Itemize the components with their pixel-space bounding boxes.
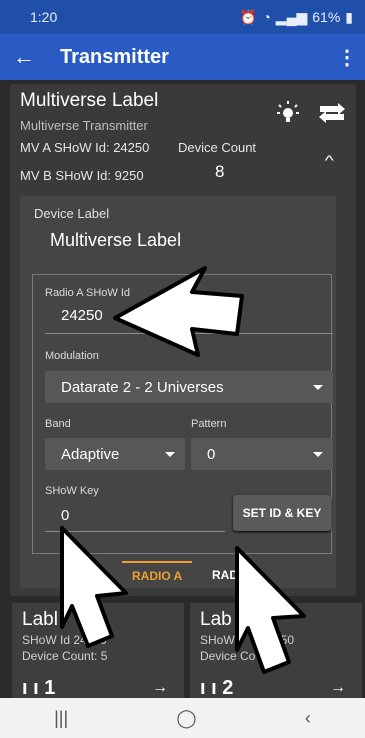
home-icon[interactable]: ◯ [176,708,196,729]
status-time: 1:20 [30,9,58,25]
pattern-label: Pattern [191,418,227,430]
arrow-right-icon[interactable]: → [330,679,346,697]
universe-card-show-id: SHoW 50 [200,633,295,647]
universe-card-number: ı ı 2 [200,677,234,698]
device-count-label: Device Count [178,140,257,155]
modulation-label: Modulation [45,350,99,362]
device-label-label: Device Label [34,206,110,221]
radio-show-id-underline [45,333,333,334]
recent-apps-icon[interactable]: ||| [54,708,68,729]
universe-card-2[interactable]: Lab SHoW 50 Device Co nt: 0 ı ı 2 → [190,603,362,698]
mv-b-show-id: MV B SHoW Id: 9250 [20,168,144,183]
dropdown-icon [313,384,323,390]
lightbulb-icon[interactable] [276,100,300,128]
tab-radio-b[interactable]: RADI [212,561,241,588]
app-bar: ← Transmitter ⋮ [0,34,365,80]
battery-percent: 61% [312,9,341,25]
band-label: Band [45,418,71,430]
modulation-dropdown[interactable]: Datarate 2 - 2 Universes [45,371,333,403]
system-nav-bar: ||| ◯ ‹ [0,698,365,738]
device-label-input[interactable]: Multiverse Label [50,230,181,251]
pattern-value: 0 [207,445,216,463]
band-dropdown[interactable]: Adaptive [45,438,185,470]
universe-card-count: Device Co nt: 0 [200,649,285,663]
universe-card-1[interactable]: Labl SHoW Id 24250 Device Count: 5 ı ı 1… [12,603,184,698]
page-title: Transmitter [60,45,169,68]
radio-show-id-label: Radio A SHoW Id [45,287,130,299]
pattern-dropdown[interactable]: 0 [191,438,333,470]
set-id-key-button[interactable]: SET ID & KEY [233,495,331,531]
device-name: Multiverse Label [20,90,159,111]
alarm-icon: ⏰ [239,8,258,25]
back-arrow-icon[interactable]: ← [0,44,48,70]
modulation-value: Datarate 2 - 2 Universes [61,378,224,396]
back-nav-icon[interactable]: ‹ [305,708,311,729]
universe-card-show-id: SHoW Id 24250 [22,633,107,647]
dropdown-icon [165,451,175,457]
status-icons: ⏰ ◔ ▂▄▆ 61% ▮ [240,9,353,26]
dropdown-icon [313,451,323,457]
universe-card-count: Device Count: 5 [22,649,108,663]
show-key-input[interactable]: 0 [61,507,69,524]
signal-icon: ▂▄▆ [275,8,308,25]
radio-settings-box: Radio A SHoW Id 24250 Modulation Datarat… [32,274,333,554]
show-key-label: SHoW Key [45,485,99,497]
universe-card-number: ı ı 1 [22,677,56,698]
chevron-up-icon[interactable]: ^ [325,152,334,168]
arrow-right-icon[interactable]: → [152,679,168,697]
radio-show-id-input[interactable]: 24250 [61,307,103,324]
rdm-icon[interactable] [318,102,346,124]
battery-icon: ▮ [345,8,353,25]
device-settings-panel: Device Label Multiverse Label Radio A SH… [20,196,336,588]
band-value: Adaptive [61,445,120,463]
device-count-value: 8 [215,162,225,181]
tab-radio-a[interactable]: RADIO A [122,561,193,588]
status-bar: 1:20 ⏰ ◔ ▂▄▆ 61% ▮ [0,0,365,34]
device-card: Multiverse Label Multiverse Transmitter … [10,84,356,596]
wifi-icon: ◔ [262,9,271,25]
radio-tabs: RADIO A RADI [20,561,336,588]
overflow-menu-icon[interactable]: ⋮ [329,45,365,70]
device-subtitle: Multiverse Transmitter [20,118,148,133]
show-key-underline [45,531,225,532]
universe-card-title: Lab [200,609,232,630]
universe-card-title: Labl [22,609,58,630]
mv-a-show-id: MV A SHoW Id: 24250 [20,140,150,155]
